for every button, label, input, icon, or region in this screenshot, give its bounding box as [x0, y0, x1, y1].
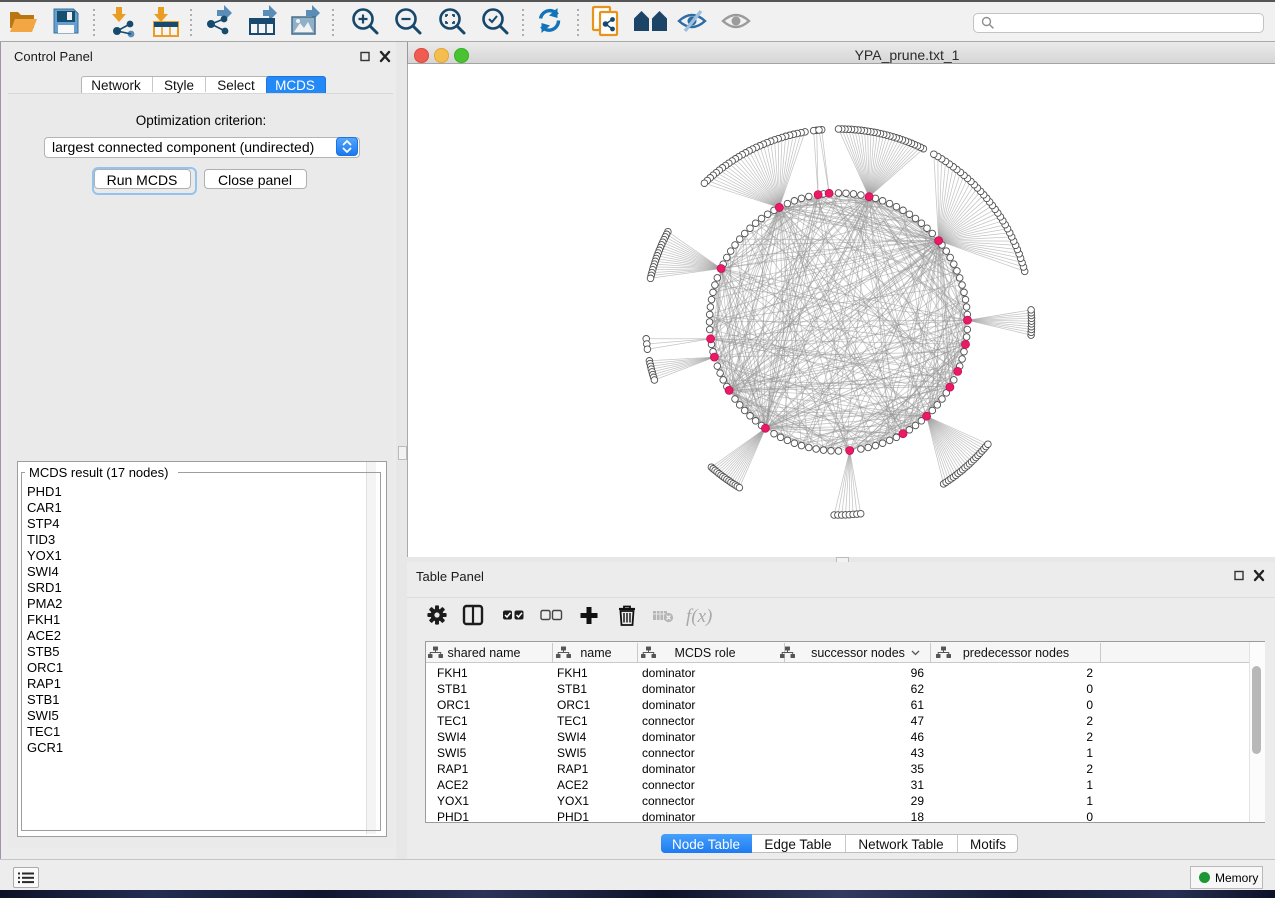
svg-text:f(x): f(x)	[686, 606, 712, 627]
